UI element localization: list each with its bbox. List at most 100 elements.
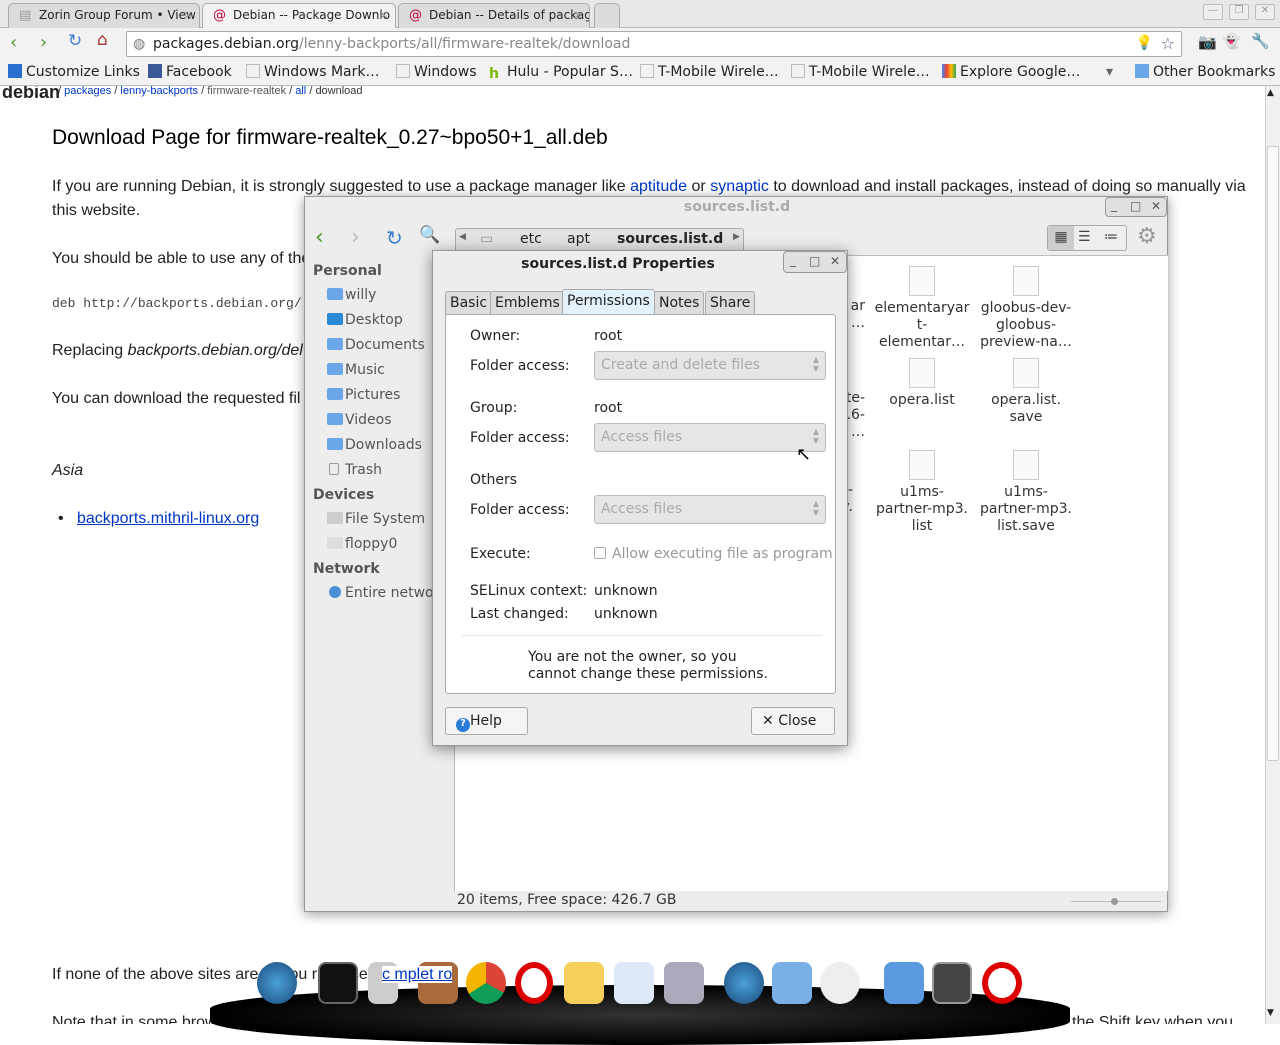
dock-chat-icon[interactable] — [614, 962, 654, 1004]
sidebar-item-desktop[interactable]: Desktop — [327, 312, 403, 328]
tab-permissions[interactable]: Permissions — [562, 289, 655, 315]
path-sources-list-d[interactable]: sources.list.d — [617, 231, 723, 247]
minimize-button[interactable]: — — [1203, 4, 1223, 20]
execute-checkbox[interactable]: Allow executing file as program — [594, 546, 833, 562]
sidebar-item-downloads[interactable]: Downloads — [327, 437, 422, 453]
dock-opera-icon[interactable] — [515, 962, 553, 1004]
dock-text-editor-icon[interactable] — [772, 962, 812, 1004]
others-access-select[interactable]: Access files ▲ ▼ — [594, 495, 826, 524]
dock-printer-icon[interactable] — [664, 962, 704, 1004]
bookmark-customize-links[interactable]: Customize Links — [8, 64, 140, 80]
bookmark-facebook[interactable]: Facebook — [148, 64, 232, 80]
close-tab-icon[interactable]: × — [573, 8, 583, 22]
scroll-down-arrow-icon[interactable]: ▼ — [1267, 1008, 1274, 1018]
dock-terminal-icon[interactable] — [318, 962, 358, 1004]
dock-mail-icon[interactable] — [564, 962, 604, 1004]
path-apt[interactable]: apt — [567, 231, 590, 247]
close-button[interactable]: ✕ — [1151, 199, 1161, 213]
sidebar-item-music[interactable]: Music — [327, 362, 385, 378]
dock-workspace-switcher-icon[interactable] — [932, 962, 972, 1004]
synaptic-link[interactable]: synaptic — [710, 178, 769, 195]
home-icon[interactable]: ⌂ — [97, 30, 108, 50]
other-bookmarks[interactable]: Other Bookmarks — [1135, 64, 1275, 80]
reload-icon[interactable]: ↻ — [386, 226, 403, 250]
tab-emblems[interactable]: Emblems — [490, 291, 565, 315]
bookmark-hulu[interactable]: h Hulu - Popular S… — [489, 64, 633, 82]
dock-navigator-icon[interactable] — [257, 962, 297, 1004]
path-left-arrow-icon[interactable]: ◀ — [459, 232, 466, 242]
filesystem-drive-icon[interactable]: ▭ — [480, 231, 493, 247]
wrench-menu-icon[interactable]: 🔧 — [1251, 32, 1270, 50]
aptitude-link[interactable]: aptitude — [630, 178, 687, 195]
compact-view-button[interactable]: ≔ — [1104, 229, 1118, 245]
sidebar-item-documents[interactable]: Documents — [327, 337, 425, 353]
icon-view-button[interactable]: ▦ — [1048, 226, 1074, 250]
tab-zorin-forum[interactable]: ▤ Zorin Group Forum • View × — [8, 3, 200, 28]
star-bookmark-icon[interactable]: ☆ — [1161, 34, 1175, 53]
camera-extension-icon[interactable]: 📷 — [1198, 33, 1217, 51]
forward-icon[interactable]: › — [40, 32, 47, 53]
ghostery-icon[interactable]: 👻 — [1222, 32, 1241, 50]
reload-icon[interactable]: ↻ — [68, 31, 82, 51]
dock-chrome-icon[interactable] — [466, 962, 506, 1004]
tab-package-download[interactable]: @ Debian -- Package Downlo × — [202, 3, 396, 28]
sidebar-item-pictures[interactable]: Pictures — [327, 387, 400, 403]
scrollbar-thumb[interactable] — [1267, 146, 1279, 761]
close-button[interactable]: ✕ Close — [751, 707, 835, 735]
dock-downloads-folder-icon[interactable] — [884, 962, 924, 1004]
dock-navigator-2-icon[interactable] — [724, 962, 764, 1004]
forward-icon[interactable]: › — [351, 225, 360, 250]
group-access-select[interactable]: Access files ▲ ▼ — [594, 423, 826, 452]
close-tab-icon[interactable]: × — [379, 8, 389, 22]
bookmark-windows[interactable]: Windows — [396, 64, 477, 80]
restore-button[interactable]: ❐ — [1229, 4, 1249, 20]
address-bar[interactable]: ◍ packages.debian.org/lenny-backports/al… — [126, 31, 1182, 57]
zoom-slider[interactable] — [1071, 898, 1161, 905]
back-icon[interactable]: ‹ — [10, 32, 17, 53]
sidebar-item-videos[interactable]: Videos — [327, 412, 392, 428]
file-item[interactable]: opera.list — [870, 358, 974, 409]
gear-icon[interactable]: ⚙ — [1137, 224, 1157, 249]
list-view-button[interactable]: ☰ — [1078, 229, 1091, 245]
file-item[interactable]: u1ms-partner-mp3. list — [870, 450, 974, 535]
close-tab-icon[interactable]: × — [183, 8, 193, 22]
file-item[interactable]: elementaryar t-elementar… — [870, 266, 974, 351]
zoom-slider-handle[interactable] — [1111, 898, 1118, 905]
lightbulb-icon[interactable]: 💡 — [1136, 35, 1153, 51]
back-icon[interactable]: ‹ — [315, 225, 324, 250]
close-window-button[interactable]: ✕ — [1255, 4, 1275, 20]
minimize-button[interactable]: _ — [790, 253, 796, 267]
maximize-button[interactable]: □ — [809, 254, 820, 268]
sidebar-item-file-system[interactable]: File System — [327, 511, 425, 527]
new-tab-button[interactable] — [594, 3, 620, 28]
sidebar-item-willy[interactable]: willy — [327, 287, 376, 303]
dock-power-icon[interactable] — [982, 962, 1022, 1004]
sidebar-item-floppy[interactable]: floppy0 — [327, 536, 397, 552]
minimize-button[interactable]: _ — [1111, 198, 1117, 212]
scroll-up-arrow-icon[interactable]: ▲ — [1267, 88, 1274, 98]
bookmarks-overflow-chevron-icon[interactable]: ▾ — [1106, 64, 1113, 80]
dock-clock-search-icon[interactable] — [820, 962, 860, 1004]
mirror-link[interactable]: backports.mithril-linux.org — [77, 510, 259, 527]
maximize-button[interactable]: □ — [1130, 199, 1141, 213]
bookmark-explore-google[interactable]: Explore Google… — [942, 64, 1080, 80]
tab-notes[interactable]: Notes — [654, 291, 705, 315]
path-right-arrow-icon[interactable]: ▶ — [733, 232, 740, 242]
bookmark-tmobile-1[interactable]: T-Mobile Wirele… — [640, 64, 779, 80]
file-item[interactable]: gloobus-dev-gloobus-preview-na… — [974, 266, 1078, 351]
close-button[interactable]: ✕ — [830, 254, 840, 268]
help-button[interactable]: ? Help — [445, 707, 528, 735]
bookmark-windows-mark[interactable]: Windows Mark… — [246, 64, 379, 80]
page-scrollbar[interactable]: ▲ ▼ — [1265, 86, 1280, 1024]
tab-basic[interactable]: Basic — [445, 291, 493, 315]
file-item[interactable]: opera.list. save — [974, 358, 1078, 426]
checkbox-icon[interactable] — [594, 547, 606, 559]
file-item[interactable]: u1ms-partner-mp3. list.save — [974, 450, 1078, 535]
tab-package-details[interactable]: @ Debian -- Details of packag × — [398, 3, 590, 28]
path-etc[interactable]: etc — [520, 231, 542, 247]
mirror-list-link[interactable]: c mplet ro — [381, 966, 453, 983]
owner-access-select[interactable]: Create and delete files ▲ ▼ — [594, 351, 826, 380]
sidebar-item-trash[interactable]: Trash — [327, 462, 382, 478]
search-icon[interactable]: 🔍 — [419, 225, 440, 245]
bookmark-tmobile-2[interactable]: T-Mobile Wirele… — [791, 64, 930, 80]
